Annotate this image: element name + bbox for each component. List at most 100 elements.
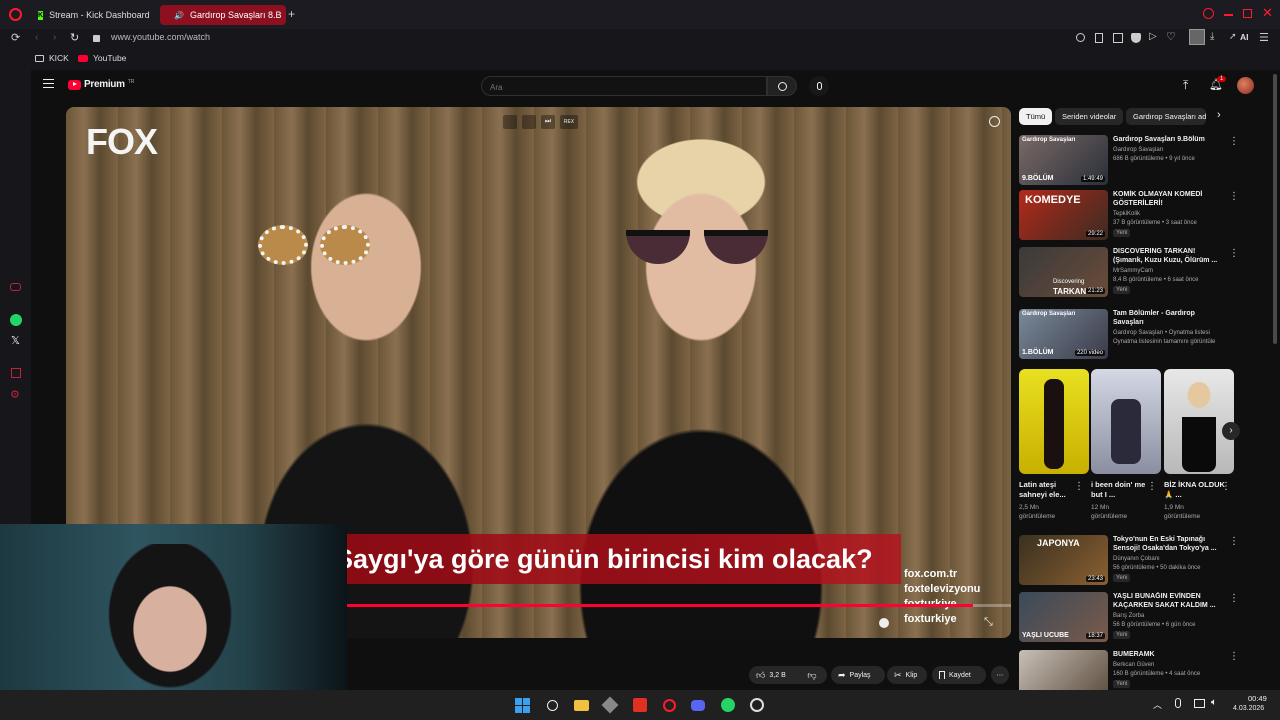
recommendation-item[interactable]: Gardırop Savaşları 9.BÖLÜM 1:49:49 Gardı…	[1019, 135, 1239, 187]
recommendation-item[interactable]: BUMERAMK Berkcan Güven 160 B görüntüleme…	[1019, 650, 1239, 690]
more-options-icon[interactable]: ⋮	[1229, 137, 1239, 147]
menu-icon[interactable]: ☰	[1259, 31, 1269, 44]
search-input[interactable]	[482, 78, 766, 97]
playlist-title[interactable]: Tam Bölümler - Gardırop Savaşları	[1113, 309, 1223, 327]
shorts-next-button[interactable]: ›	[1222, 422, 1240, 440]
channel-name[interactable]: Gardırop Savaşları	[1113, 146, 1163, 154]
more-options-icon[interactable]: ⋮	[1229, 652, 1239, 662]
account-avatar[interactable]	[1237, 77, 1254, 94]
tray-mic-icon[interactable]	[1175, 698, 1181, 708]
apps-icon[interactable]	[11, 368, 21, 378]
page-scrollbar[interactable]	[1273, 74, 1277, 344]
search-box[interactable]	[481, 76, 767, 97]
more-options-icon[interactable]: ⋮	[1229, 192, 1239, 202]
recommendation-item[interactable]: Discovering TARKAN 21:23 DISCOVERING TAR…	[1019, 247, 1239, 299]
skip-next-icon[interactable]: ⏭	[541, 115, 555, 129]
shield-icon[interactable]	[1131, 33, 1141, 43]
channel-name[interactable]: Barış Zorba	[1113, 612, 1144, 620]
file-explorer-icon[interactable]	[572, 696, 590, 714]
taskbar-search-icon[interactable]	[543, 696, 561, 714]
recommendation-item[interactable]: KOMEDYE 29:22 KOMİK OLMAYAN KOMEDİ GÖSTE…	[1019, 190, 1239, 242]
video-title[interactable]: KOMİK OLMAYAN KOMEDİ GÖSTERİLERİ!	[1113, 190, 1223, 208]
info-icon[interactable]	[989, 116, 1000, 127]
short-thumbnail[interactable]	[1019, 369, 1089, 474]
url-field[interactable]: www.youtube.com/watch	[111, 32, 210, 42]
exit-icon[interactable]	[522, 115, 536, 129]
miniplayer-icon[interactable]	[503, 115, 517, 129]
screenshot-icon[interactable]	[1095, 33, 1103, 43]
fullscreen-icon[interactable]: ⤡	[984, 616, 993, 629]
short-title[interactable]: Latin ateşi sahneyi ele...	[1019, 480, 1081, 500]
recommendation-item[interactable]: JAPONYA 23:43 Tokyo'nun En Eski Tapınağı…	[1019, 535, 1239, 587]
sync-icon[interactable]: ⟳	[11, 31, 20, 44]
video-thumbnail[interactable]: KOMEDYE 29:22	[1019, 190, 1108, 240]
gamepad-icon[interactable]	[10, 283, 21, 291]
voice-search-button[interactable]	[809, 76, 829, 96]
save-button[interactable]: Kaydet	[932, 666, 986, 684]
short-thumbnail[interactable]	[1091, 369, 1161, 474]
download-icon[interactable]: ⤓	[1210, 31, 1214, 42]
maximize-button[interactable]	[1243, 9, 1252, 18]
short-thumbnail[interactable]	[1164, 369, 1234, 474]
video-title[interactable]: YAŞLI BUNAĞIN EVİNDEN KAÇARKEN SAKAT KAL…	[1113, 592, 1223, 610]
share-button[interactable]: ➦ Paylaş	[831, 666, 885, 684]
more-options-icon[interactable]: ⋮	[1229, 249, 1239, 259]
bookmark-youtube[interactable]: YouTube	[78, 53, 126, 63]
profile-avatar[interactable]	[1189, 29, 1205, 45]
tray-network-icon[interactable]	[1194, 699, 1205, 708]
autoplay-toggle[interactable]	[879, 618, 889, 628]
channel-name[interactable]: Dünyanın Çobanı	[1113, 555, 1160, 563]
video-thumbnail[interactable]	[1019, 650, 1108, 690]
video-thumbnail[interactable]: Discovering TARKAN 21:23	[1019, 247, 1108, 297]
tab-kick-dashboard[interactable]: K Stream - Kick Dashboard	[30, 5, 155, 25]
more-options-icon[interactable]: ⋮	[1221, 482, 1231, 492]
chip-gardirop[interactable]: Gardırop Savaşları ad	[1126, 108, 1206, 125]
channel-name[interactable]: Berkcan Güven	[1113, 661, 1154, 669]
opera-taskbar-icon[interactable]	[660, 696, 678, 714]
x-twitter-icon[interactable]: 𝕏	[11, 334, 20, 347]
youtube-logo[interactable]: Premium TR	[68, 79, 134, 90]
playlist-item[interactable]: Gardırop Savaşları 1.BÖLÜM 220 video Tam…	[1019, 309, 1239, 361]
obs-icon[interactable]	[748, 696, 766, 714]
video-thumbnail[interactable]: YAŞLI UCUBE 18:37	[1019, 592, 1108, 642]
more-options-icon[interactable]: ⋮	[1229, 537, 1239, 547]
whatsapp-taskbar-icon[interactable]	[719, 696, 737, 714]
tab-youtube-video[interactable]: 🔊 Gardırop Savaşları 8.B	[160, 5, 286, 25]
tab-search-icon[interactable]	[1203, 8, 1214, 19]
speaker-icon[interactable]: 🔊	[174, 11, 184, 20]
upload-icon[interactable]: ⤒	[1183, 78, 1188, 93]
dislike-button[interactable]: 👎︎	[797, 666, 827, 684]
app-icon[interactable]	[601, 696, 619, 714]
minimize-button[interactable]	[1224, 14, 1233, 16]
reload-button[interactable]: ↻	[70, 31, 79, 44]
video-thumbnail[interactable]: Gardırop Savaşları 9.BÖLÜM 1:49:49	[1019, 135, 1108, 185]
clock-date[interactable]: 4.03.2026	[1233, 705, 1264, 712]
ai-label[interactable]: AI	[1240, 32, 1249, 42]
recommendation-item[interactable]: YAŞLI UCUBE 18:37 YAŞLI BUNAĞIN EVİNDEN …	[1019, 592, 1239, 644]
whatsapp-icon[interactable]	[10, 314, 22, 326]
video-thumbnail[interactable]: JAPONYA 23:43	[1019, 535, 1108, 585]
video-title[interactable]: DISCOVERING TARKAN! (Şımarık, Kuzu Kuzu,…	[1113, 247, 1223, 265]
clip-button[interactable]: ✂ Klip	[887, 666, 927, 684]
aria-icon[interactable]: ➚	[1229, 31, 1237, 42]
playlist-thumbnail[interactable]: Gardırop Savaşları 1.BÖLÜM 220 video	[1019, 309, 1108, 359]
more-options-icon[interactable]: ⋮	[1229, 594, 1239, 604]
chip-series-videos[interactable]: Seriden videolar	[1055, 108, 1124, 125]
clock-time[interactable]: 00:49	[1248, 694, 1267, 703]
settings-icon[interactable]: ⚙	[10, 388, 20, 401]
channel-name[interactable]: Gardırop Savaşları • Oynatma listesi	[1113, 329, 1210, 337]
windows-start-icon[interactable]	[513, 696, 531, 714]
video-title[interactable]: Tokyo'nun En Eski Tapınağı Sensoji! Osak…	[1113, 535, 1223, 553]
lock-icon[interactable]	[93, 35, 100, 42]
search-button[interactable]	[767, 76, 797, 96]
playlist-meta[interactable]: Oynatma listesinin tamamını görüntüle	[1113, 338, 1215, 346]
channel-name[interactable]: MrSammyCam	[1113, 267, 1153, 275]
new-tab-button[interactable]: +	[288, 7, 295, 21]
more-options-icon[interactable]: ⋮	[1147, 482, 1157, 492]
hamburger-menu-icon[interactable]	[43, 79, 54, 88]
crop-icon[interactable]	[1113, 33, 1123, 43]
forward-button[interactable]: ›	[53, 32, 56, 43]
bookmark-kick[interactable]: KICK	[35, 53, 69, 63]
short-title[interactable]: i been doin' me but I ...	[1091, 480, 1153, 500]
tray-chevron-icon[interactable]: ︿	[1153, 698, 1162, 711]
